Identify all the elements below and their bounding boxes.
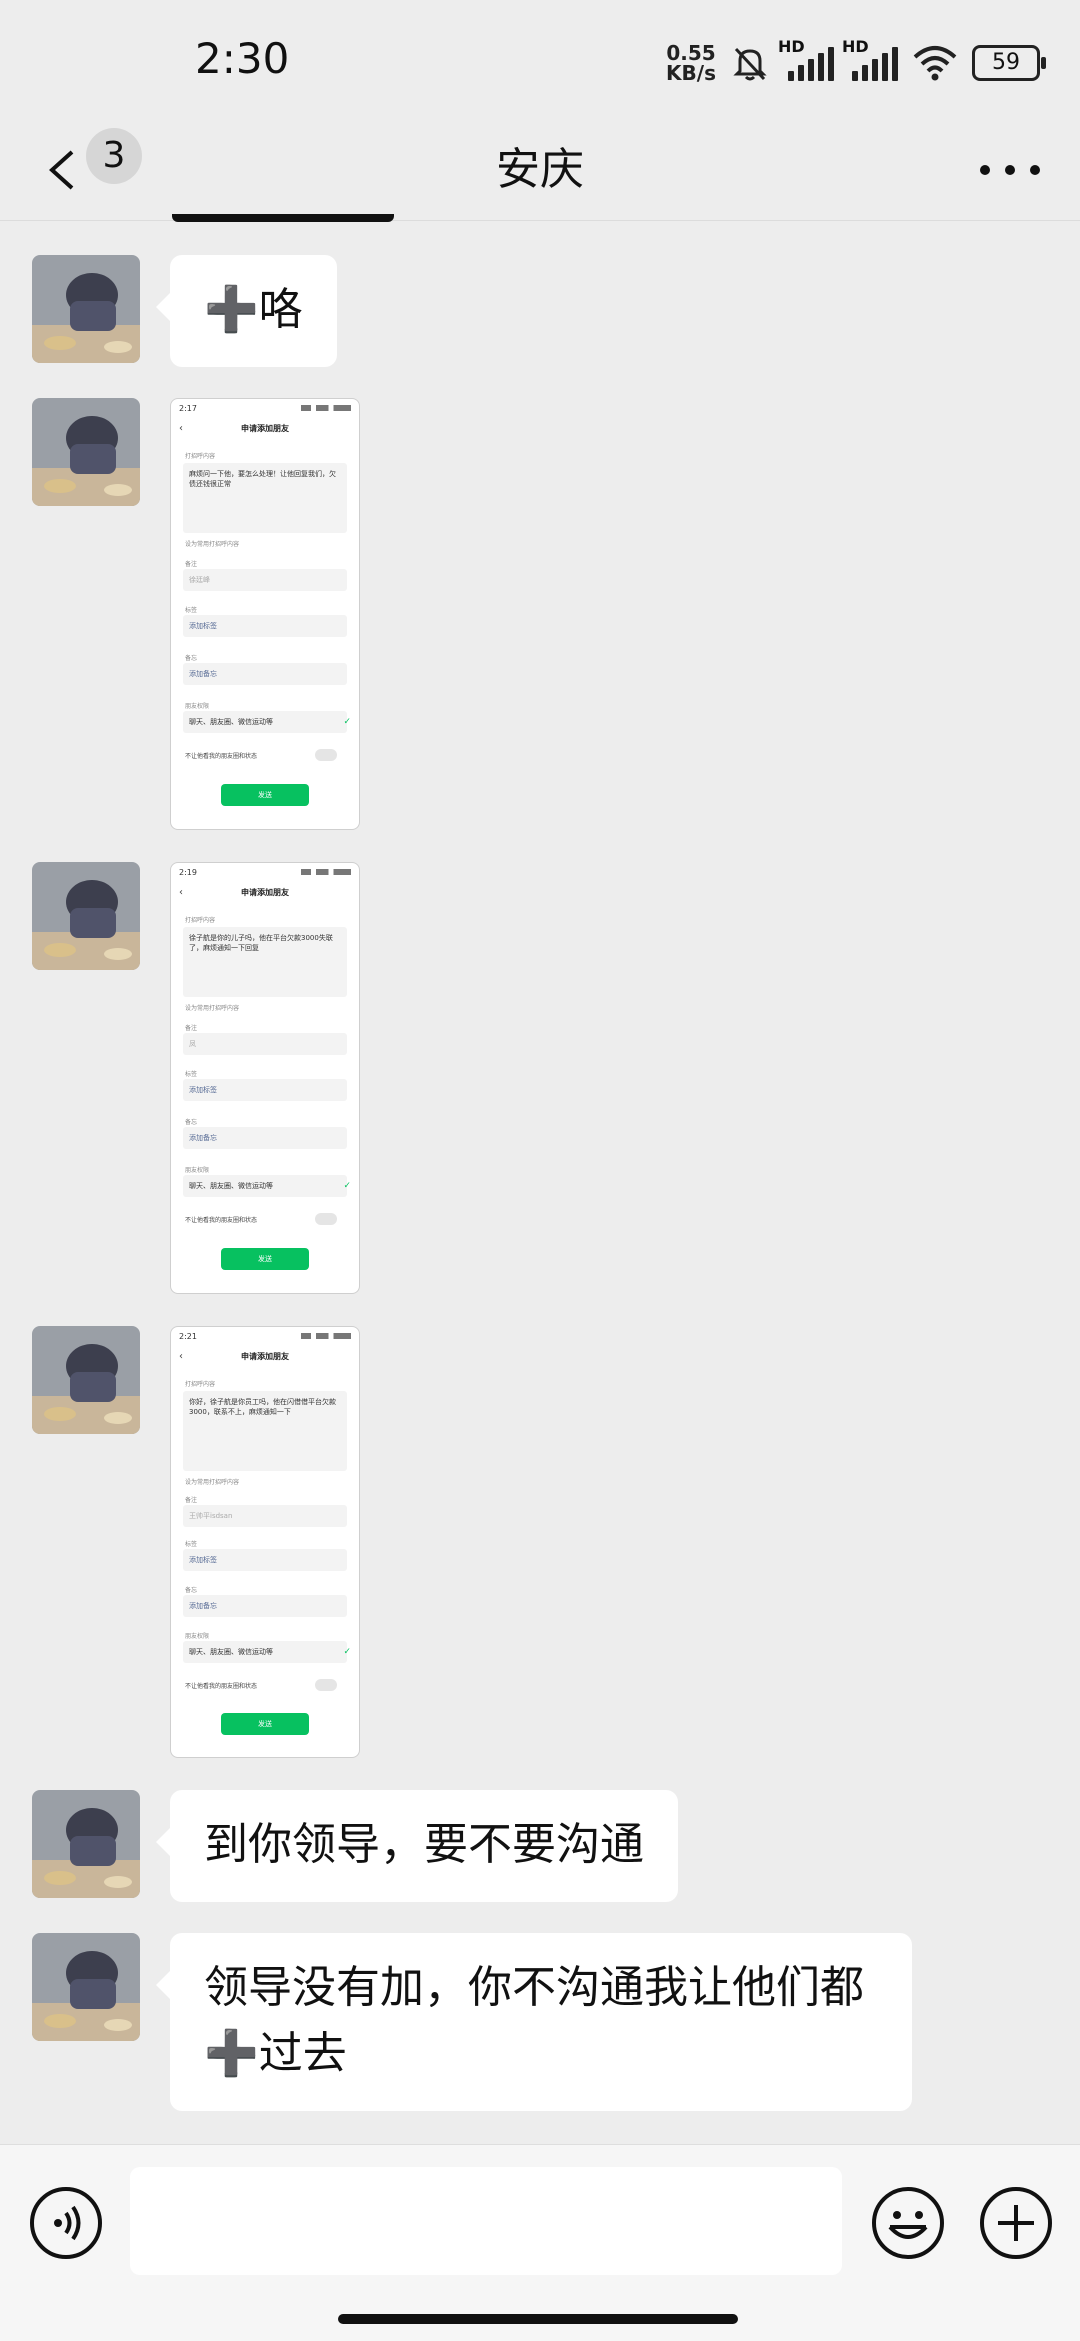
shot-check-icon: ✓ [343,1181,351,1191]
status-time: 2:30 [195,34,290,83]
shot-greeting: 徐子航是你的儿子吗，他在平台欠款3000失联了，麻烦通知一下回复 [189,934,333,952]
shot-desc-field: 添加备忘 [183,663,347,685]
signal-icon: HD [842,37,898,81]
shot-perm-label: 朋友权限 [185,703,210,710]
shot-toggle [315,1679,337,1691]
shot-title: 申请添加朋友 [241,424,289,433]
shot-check-icon: ✓ [343,717,351,727]
shot-hide-label: 不让他看我的朋友圈和状态 [185,753,258,760]
message-text: 领导没有加，你不沟通我让他们都 [204,1962,864,2013]
shot-tag-field: 添加标签 [183,615,347,637]
shot-perm-label: 朋友权限 [185,1167,210,1174]
image-message[interactable]: 2:19 ‹ 申请添加朋友 打招呼内容 徐子航是你的儿子吗，他在平台欠款3000… [170,862,360,1294]
wifi-icon [913,46,957,81]
home-indicator[interactable] [338,2314,738,2324]
shot-tag-field: 添加标签 [183,1079,347,1101]
shot-title: 申请添加朋友 [241,888,289,897]
plus-emoji: ➕ [204,284,259,335]
shot-remark-label: 备注 [185,1497,198,1504]
message-text: 过去 [258,2028,347,2079]
avatar[interactable] [32,255,140,363]
mute-bell-icon [733,47,767,81]
shot-section-label: 设为常用打招呼内容 [185,541,240,548]
shot-greeting: 你好，徐子航是你员工吗，他在闪借借平台欠款3000，联系不上，麻烦通知一下 [189,1398,336,1416]
signal-hd-label: HD [842,37,869,56]
shot-remark-field: 徐廷峰 [183,569,347,591]
signal-hd-label: HD [778,37,805,56]
shot-perm-field: 聊天、朋友圈、微信运动等 [183,1641,347,1663]
shot-hide-label: 不让他看我的朋友圈和状态 [185,1217,258,1224]
previous-message-edge [172,214,394,222]
shot-desc-label: 备忘 [185,655,198,662]
shot-toggle [315,749,337,761]
message-bubble[interactable]: 到你领导，要不要沟通 [156,1790,678,1902]
shot-status-icons [301,405,351,411]
shot-tag-label: 标签 [185,1071,198,1078]
shot-section-label: 设为常用打招呼内容 [185,1005,240,1012]
more-icon[interactable] [980,150,1040,190]
avatar[interactable] [32,1933,140,2041]
shot-desc-field: 添加备忘 [183,1595,347,1617]
shot-desc-label: 备忘 [185,1587,198,1594]
avatar[interactable] [32,862,140,970]
shot-hide-label: 不让他看我的朋友圈和状态 [185,1683,258,1690]
shot-perm-label: 朋友权限 [185,1633,210,1640]
avatar[interactable] [32,1790,140,1898]
shot-desc-field: 添加备忘 [183,1127,347,1149]
battery-icon: 59 [972,45,1046,81]
status-icons: 0.55 KB/s HD HD 59 [666,37,1046,88]
message-text-line2: ➕过去 [204,2021,878,2087]
message-text: 咯 [258,284,303,335]
shot-tag-field: 添加标签 [183,1549,347,1571]
shot-tag-label: 标签 [185,1541,198,1548]
shot-time: 2:21 [179,1332,197,1341]
shot-send-button: 发送 [221,1713,309,1735]
shot-toggle [315,1213,337,1225]
emoji-icon[interactable] [870,2185,946,2261]
shot-section-label: 打招呼内容 [185,453,216,460]
shot-title: 申请添加朋友 [241,1352,289,1361]
chat-header: 3 安庆 [0,120,1080,221]
shot-section-label: 打招呼内容 [185,917,216,924]
shot-tag-label: 标签 [185,607,198,614]
input-bar [0,2144,1080,2341]
net-speed: 0.55 KB/s [666,43,716,83]
voice-icon[interactable] [28,2185,104,2261]
avatar[interactable] [32,398,140,506]
shot-section-label: 设为常用打招呼内容 [185,1479,240,1486]
shot-status-icons [301,869,351,875]
shot-time: 2:19 [179,868,197,877]
shot-time: 2:17 [179,404,197,413]
message-bubble[interactable]: ➕咯 [156,255,337,367]
shot-section-label: 打招呼内容 [185,1381,216,1388]
message-text: 到你领导，要不要沟通 [204,1819,644,1870]
shot-check-icon: ✓ [343,1647,351,1657]
shot-remark-label: 备注 [185,1025,198,1032]
plus-circle-icon[interactable] [978,2185,1054,2261]
shot-perm-field: 聊天、朋友圈、微信运动等 [183,711,347,733]
net-speed-unit: KB/s [666,61,716,85]
message-bubble[interactable]: 领导没有加，你不沟通我让他们都 ➕过去 [156,1933,912,2111]
shot-remark-field: 王帅平isdsan [183,1505,347,1527]
shot-remark-field: 凤 [183,1033,347,1055]
image-message[interactable]: 2:17 ‹ 申请添加朋友 打招呼内容 麻烦问一下他，要怎么处理！让他回复我们，… [170,398,360,830]
message-input[interactable] [130,2167,842,2275]
plus-emoji: ➕ [204,2028,259,2079]
page-title: 安庆 [496,144,584,195]
status-bar: 2:30 0.55 KB/s HD HD 59 [0,0,1080,120]
shot-remark-label: 备注 [185,561,198,568]
shot-greeting: 麻烦问一下他，要怎么处理！让他回复我们，欠债还钱很正常 [189,470,336,488]
net-speed-value: 0.55 [666,41,716,65]
shot-send-button: 发送 [221,784,309,806]
signal-icon: HD [778,37,834,81]
shot-send-button: 发送 [221,1248,309,1270]
shot-status-icons [301,1333,351,1339]
shot-desc-label: 备忘 [185,1119,198,1126]
image-message[interactable]: 2:21 ‹ 申请添加朋友 打招呼内容 你好，徐子航是你员工吗，他在闪借借平台欠… [170,1326,360,1758]
avatar[interactable] [32,1326,140,1434]
shot-perm-field: 聊天、朋友圈、微信运动等 [183,1175,347,1197]
